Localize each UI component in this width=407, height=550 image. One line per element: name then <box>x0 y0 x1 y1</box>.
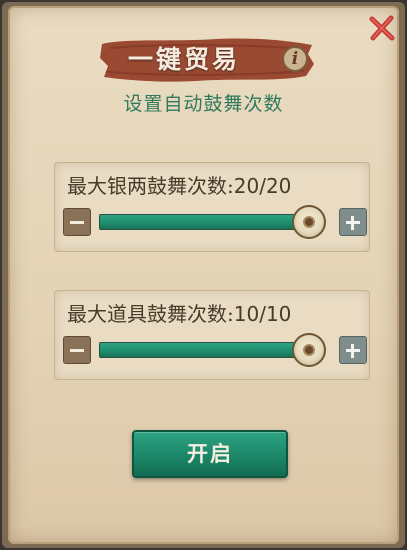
silver-minus-button[interactable] <box>63 208 91 236</box>
silver-inspire-card: 最大银两鼓舞次数:20/20 <box>54 162 370 252</box>
item-inspire-stepper <box>63 333 367 367</box>
item-slider-fill <box>100 343 312 357</box>
info-icon[interactable]: i <box>282 46 308 72</box>
item-minus-button[interactable] <box>63 336 91 364</box>
dialog-subtitle: 设置自动鼓舞次数 <box>123 93 284 115</box>
item-inspire-value: 10/10 <box>233 302 292 326</box>
close-icon[interactable] <box>368 14 396 42</box>
item-inspire-label: 最大道具鼓舞次数:10/10 <box>67 299 291 329</box>
silver-slider-knob[interactable] <box>292 205 326 239</box>
item-inspire-card: 最大道具鼓舞次数:10/10 <box>54 290 370 380</box>
item-inspire-label-text: 最大道具鼓舞次数: <box>67 302 234 326</box>
silver-inspire-stepper <box>63 205 367 239</box>
silver-slider-track[interactable] <box>99 214 313 230</box>
item-slider-knob[interactable] <box>292 333 326 367</box>
dialog-title: 一键贸易 <box>128 45 241 74</box>
silver-inspire-value: 20/20 <box>233 174 292 198</box>
silver-inspire-label-text: 最大银两鼓舞次数: <box>67 174 234 198</box>
silver-plus-button[interactable] <box>339 208 367 236</box>
item-slider-track[interactable] <box>99 342 313 358</box>
item-plus-button[interactable] <box>339 336 367 364</box>
silver-slider-fill <box>100 215 312 229</box>
silver-inspire-label: 最大银两鼓舞次数:20/20 <box>67 171 291 201</box>
start-button[interactable]: 开启 <box>132 430 288 478</box>
